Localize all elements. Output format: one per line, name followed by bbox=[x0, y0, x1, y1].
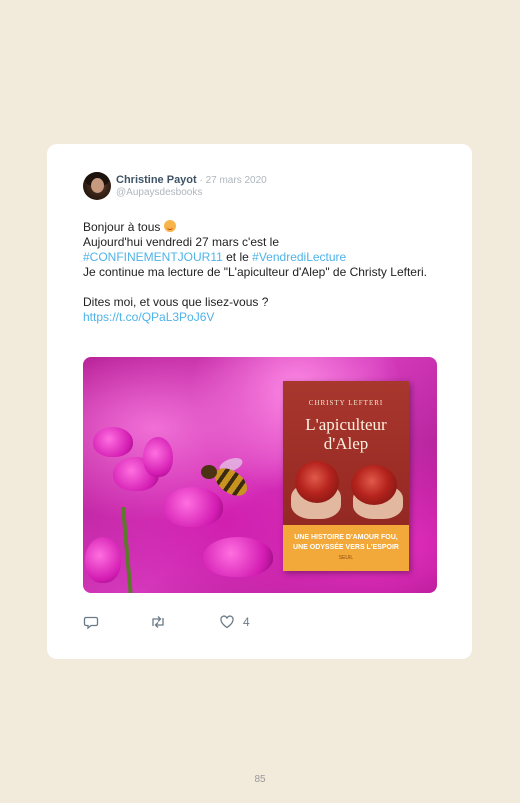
reply-icon[interactable] bbox=[83, 614, 99, 630]
tweet-date[interactable]: · 27 mars 2020 bbox=[197, 175, 266, 186]
like-button[interactable]: 4 bbox=[219, 614, 250, 630]
tweet-line-2: Aujourd'hui vendredi 27 mars c'est le bbox=[83, 235, 280, 249]
book-cover: CHRISTY LEFTERI L'apiculteur d'Alep UNE … bbox=[283, 381, 409, 571]
greeting-text: Bonjour à tous bbox=[83, 220, 161, 234]
author-name[interactable]: Christine Payot bbox=[116, 174, 197, 186]
retweet-icon[interactable] bbox=[149, 614, 167, 630]
book-title: L'apiculteur d'Alep bbox=[305, 415, 387, 453]
hashtag-vendredilecture[interactable]: #VendrediLecture bbox=[252, 250, 346, 264]
tweet-card: Christine Payot · 27 mars 2020 @Aupaysde… bbox=[47, 144, 472, 659]
reply-button[interactable] bbox=[83, 614, 99, 630]
author-handle[interactable]: @Aupaysdesbooks bbox=[116, 187, 202, 198]
tweet-connector-text: et le bbox=[222, 250, 253, 264]
tweet-image[interactable]: CHRISTY LEFTERI L'apiculteur d'Alep UNE … bbox=[83, 357, 437, 593]
heart-icon[interactable] bbox=[219, 614, 235, 630]
tweet-link[interactable]: https://t.co/QPaL3PoJ6V bbox=[83, 310, 214, 324]
tweet-line-5: Dites moi, et vous que lisez-vous ? bbox=[83, 295, 269, 309]
tweet-header: Christine Payot · 27 mars 2020 bbox=[116, 174, 267, 186]
tweet-actions: 4 bbox=[83, 614, 283, 632]
smiling-face-emoji-icon bbox=[163, 220, 176, 232]
like-count: 4 bbox=[243, 615, 250, 629]
page-number: 85 bbox=[254, 774, 266, 785]
hashtag-confinement[interactable]: #CONFINEMENTJOUR11 bbox=[83, 250, 223, 264]
tweet-line-4: Je continue ma lecture de "L'apiculteur … bbox=[83, 265, 427, 279]
book-author: CHRISTY LEFTERI bbox=[308, 399, 384, 407]
bee-image bbox=[193, 455, 253, 505]
book-band: UNE HISTOIRE D'AMOUR FOU, UNE ODYSSÉE VE… bbox=[283, 525, 409, 571]
avatar[interactable] bbox=[83, 172, 111, 200]
tweet-text: Bonjour à tous Aujourd'hui vendredi 27 m… bbox=[83, 220, 438, 325]
retweet-button[interactable] bbox=[149, 614, 167, 630]
